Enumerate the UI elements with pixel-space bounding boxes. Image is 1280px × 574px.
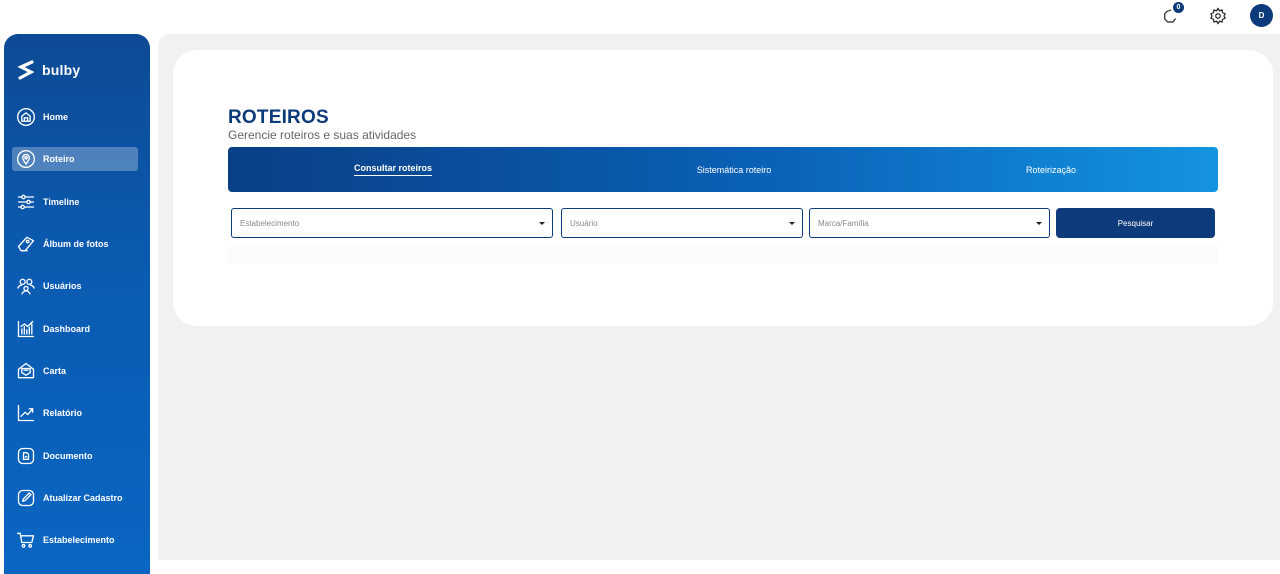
home-icon <box>16 107 36 127</box>
sidebar-item-label: Documento <box>43 451 93 461</box>
page-title: ROTEIROS <box>228 107 329 128</box>
settings-button[interactable] <box>1207 5 1229 27</box>
results-area <box>228 246 1218 264</box>
sidebar-item-home[interactable]: Home <box>12 105 138 129</box>
usuario-select[interactable]: Usuário <box>561 208 803 238</box>
select-placeholder: Estabelecimento <box>240 218 300 228</box>
sliders-icon <box>16 192 36 212</box>
users-icon <box>16 276 36 296</box>
sidebar-item-roteiro[interactable]: Roteiro <box>12 147 138 171</box>
filter-row: Estabelecimento Usuário Marca/Família Pe… <box>228 208 1218 238</box>
tab-bar: Consultar roteiros Sistemática roteiro R… <box>228 147 1218 192</box>
caret-down-icon <box>1036 222 1042 225</box>
sidebar-item-relatorio[interactable]: Relatório <box>12 401 138 425</box>
logo[interactable]: bulby <box>16 58 80 82</box>
sidebar-item-label: Roteiro <box>43 154 75 164</box>
gear-icon <box>1210 7 1226 25</box>
photo-album-icon <box>16 234 36 254</box>
sidebar-item-label: Carta <box>43 366 67 376</box>
sidebar-item-label: Dashboard <box>43 324 91 334</box>
tab-label: Consultar roteiros <box>353 163 432 176</box>
sidebar-item-label: Relatório <box>43 408 83 418</box>
document-icon <box>16 446 36 466</box>
sidebar-item-label: Álbum de fotos <box>43 239 109 249</box>
bulby-logo-icon <box>17 60 35 80</box>
trend-chart-icon <box>16 403 36 423</box>
estabelecimento-select[interactable]: Estabelecimento <box>231 208 553 238</box>
letter-icon <box>16 361 36 381</box>
caret-down-icon <box>789 222 795 225</box>
select-placeholder: Usuário <box>570 218 598 228</box>
marca-familia-select[interactable]: Marca/Família <box>809 208 1050 238</box>
notification-badge: 0 <box>1173 2 1184 13</box>
page-subtitle: Gerencie roteiros e suas atividades <box>228 128 417 142</box>
tab-sistematica-roteiro[interactable]: Sistemática roteiro <box>568 147 900 192</box>
location-pin-icon <box>16 149 36 169</box>
tab-consultar-roteiros[interactable]: Consultar roteiros <box>228 147 558 192</box>
search-button[interactable]: Pesquisar <box>1056 208 1215 238</box>
sidebar: bulby Home Roteiro Timeline Álbum de fot… <box>4 34 150 574</box>
sidebar-item-documento[interactable]: Documento <box>12 444 138 468</box>
sidebar-item-label: Atualizar Cadastro <box>43 493 123 503</box>
top-bar: 0 D <box>0 0 1280 34</box>
caret-down-icon <box>539 222 545 225</box>
sidebar-item-dashboard[interactable]: Dashboard <box>12 317 138 341</box>
sidebar-item-label: Timeline <box>43 197 80 207</box>
tab-roteirizacao[interactable]: Roteirização <box>908 147 1194 192</box>
select-placeholder: Marca/Família <box>818 218 869 228</box>
sidebar-item-atualizar-cadastro[interactable]: Atualizar Cadastro <box>12 486 138 510</box>
sidebar-item-timeline[interactable]: Timeline <box>12 190 138 214</box>
cart-icon <box>16 530 36 550</box>
sidebar-item-label: Home <box>43 112 69 122</box>
tab-label: Sistemática roteiro <box>696 164 772 175</box>
logo-text: bulby <box>42 62 81 78</box>
user-avatar[interactable]: D <box>1250 4 1273 27</box>
tab-label: Roteirização <box>1025 164 1077 175</box>
sidebar-item-label: Usuários <box>43 281 82 291</box>
notifications-button[interactable]: 0 <box>1159 2 1184 27</box>
sidebar-item-carta[interactable]: Carta <box>12 359 138 383</box>
sidebar-item-estabelecimento[interactable]: Estabelecimento <box>12 528 138 552</box>
sidebar-item-album[interactable]: Álbum de fotos <box>12 232 138 256</box>
dashboard-chart-icon <box>16 319 36 339</box>
sidebar-item-label: Estabelecimento <box>43 535 115 545</box>
sidebar-item-usuarios[interactable]: Usuários <box>12 274 138 298</box>
edit-icon <box>16 488 36 508</box>
